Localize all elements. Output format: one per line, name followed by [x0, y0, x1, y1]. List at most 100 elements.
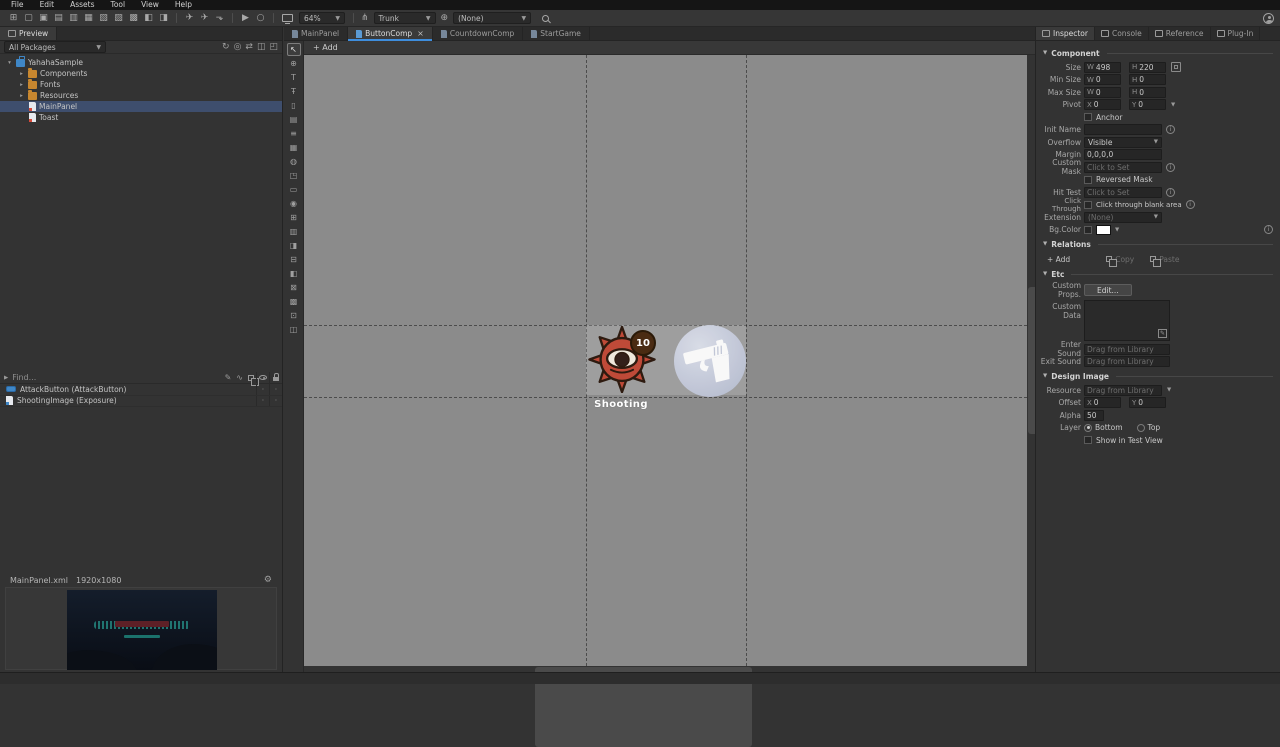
tree-item[interactable]: ▸ Components: [0, 68, 282, 79]
chevron-down-icon[interactable]: ▼: [1167, 387, 1171, 393]
menu-item[interactable]: Tool: [103, 0, 134, 10]
open-package-icon[interactable]: ▣: [36, 12, 51, 25]
shooting-image[interactable]: [674, 325, 746, 397]
loader-tool[interactable]: ◳: [287, 169, 301, 182]
publish-icon[interactable]: ✈: [182, 12, 197, 25]
relations-section-header[interactable]: ▼ Relations: [1043, 238, 1273, 250]
refresh-icon[interactable]: ↻: [222, 42, 230, 52]
expand-size-icon[interactable]: [1171, 62, 1181, 72]
info-icon[interactable]: [1186, 200, 1195, 209]
init-name-input[interactable]: [1084, 124, 1162, 135]
text-resource-icon[interactable]: ▨: [111, 12, 126, 25]
menu-item[interactable]: Edit: [32, 0, 63, 10]
extension-select[interactable]: (None)▼: [1084, 212, 1162, 223]
offset-y-input[interactable]: Y: [1129, 397, 1166, 408]
misc-resource-icon[interactable]: ▩: [126, 12, 141, 25]
button-tool[interactable]: ◉: [287, 197, 301, 210]
add-button[interactable]: + Add: [313, 43, 338, 52]
tree-item[interactable]: Toast: [0, 112, 282, 123]
gear-icon[interactable]: ⚙: [264, 575, 272, 585]
pivot-x-input[interactable]: X: [1084, 99, 1121, 110]
editor-tab[interactable]: ButtonComp ×: [348, 27, 433, 40]
list-tool[interactable]: ≡: [287, 127, 301, 140]
image-resource-icon[interactable]: ▤: [51, 12, 66, 25]
richtext-tool[interactable]: Ŧ: [287, 85, 301, 98]
hierarchy-row[interactable]: AttackButton (AttackButton) · ·: [0, 384, 282, 396]
misc-tool[interactable]: ◫: [287, 323, 301, 336]
overflow-select[interactable]: Visible▼: [1084, 137, 1162, 148]
movieclip-tool[interactable]: ▦: [287, 141, 301, 154]
min-w-input[interactable]: W: [1084, 74, 1121, 85]
custom-data-textarea[interactable]: ✎: [1084, 300, 1170, 341]
design-image-section-header[interactable]: ▼ Design Image: [1043, 370, 1273, 382]
font-resource-icon[interactable]: ▧: [96, 12, 111, 25]
toolbar-icon[interactable]: [273, 13, 274, 23]
edit-icon[interactable]: ✎: [225, 373, 232, 382]
reversed-mask-checkbox[interactable]: [1084, 176, 1092, 184]
new-package-icon[interactable]: ⊞: [6, 12, 21, 25]
zoom-select[interactable]: 64%▼: [299, 12, 345, 24]
menu-item[interactable]: View: [133, 0, 167, 10]
close-icon[interactable]: ×: [417, 29, 424, 38]
inspector-tab[interactable]: Reference: [1149, 27, 1211, 40]
rect-tool[interactable]: ▭: [287, 183, 301, 196]
locate-icon[interactable]: ◎: [234, 42, 242, 52]
lock-column-header[interactable]: [269, 372, 282, 383]
resource-input[interactable]: [1084, 385, 1162, 396]
branch-select[interactable]: Trunk▼: [374, 12, 436, 24]
visibility-toggle[interactable]: ·: [256, 396, 269, 407]
visibility-column-header[interactable]: [256, 372, 269, 383]
layer-bottom-radio[interactable]: [1084, 424, 1092, 432]
toolbar-icon[interactable]: [232, 13, 233, 23]
enter-sound-input[interactable]: [1084, 344, 1170, 355]
lock-toggle[interactable]: ·: [269, 384, 282, 395]
progressbar-tool[interactable]: ◨: [287, 239, 301, 252]
image-tool[interactable]: ▤: [287, 113, 301, 126]
play-icon[interactable]: ▶: [238, 12, 253, 25]
tree-item[interactable]: ▸ Resources: [0, 90, 282, 101]
split-view-icon[interactable]: ◫: [257, 42, 266, 52]
info-icon[interactable]: [1166, 188, 1175, 197]
preview-monitor-icon[interactable]: [282, 14, 293, 22]
visibility-toggle[interactable]: ·: [256, 384, 269, 395]
anchor-checkbox[interactable]: [1084, 113, 1092, 121]
inspector-tab[interactable]: Plug-In: [1211, 27, 1261, 40]
design-canvas[interactable]: 10 Shooting: [304, 55, 1027, 666]
etc-section-header[interactable]: ▼ Etc: [1043, 268, 1273, 280]
edit-custom-props-button[interactable]: Edit...: [1084, 284, 1132, 296]
save-icon[interactable]: ◧: [141, 12, 156, 25]
hit-test-input[interactable]: [1084, 187, 1162, 198]
bg-color-checkbox[interactable]: [1084, 226, 1092, 234]
combobox-tool[interactable]: ⊠: [287, 281, 301, 294]
custom-mask-input[interactable]: [1084, 162, 1162, 173]
pivot-y-input[interactable]: Y: [1129, 99, 1166, 110]
menu-item[interactable]: Assets: [62, 0, 102, 10]
table-tool[interactable]: ⊡: [287, 309, 301, 322]
edit-icon[interactable]: ✎: [1158, 329, 1167, 338]
pan-tool[interactable]: ⊕: [287, 57, 301, 70]
layer-top-radio[interactable]: [1137, 424, 1145, 432]
offset-x-input[interactable]: X: [1084, 397, 1121, 408]
menu-item[interactable]: File: [3, 0, 32, 10]
show-in-test-view-checkbox[interactable]: [1084, 436, 1092, 444]
new-component-icon[interactable]: ▢: [21, 12, 36, 25]
scrollbar-tool[interactable]: ◧: [287, 267, 301, 280]
slider-tool[interactable]: ⊟: [287, 253, 301, 266]
preview-tab[interactable]: Preview: [0, 27, 57, 40]
input-tool[interactable]: ▯: [287, 99, 301, 112]
global-search-icon[interactable]: [542, 15, 549, 22]
hierarchy-row[interactable]: ShootingImage (Exposure) · ·: [0, 396, 282, 408]
publish-all-icon[interactable]: ✈: [197, 12, 212, 25]
tree-item[interactable]: MainPanel: [0, 101, 282, 112]
text-tool[interactable]: T: [287, 71, 301, 84]
tree-expand-arrow[interactable]: ▸: [18, 93, 25, 99]
tree-item[interactable]: ▸ Fonts: [0, 79, 282, 90]
editor-tab[interactable]: MainPanel: [284, 27, 348, 40]
language-select[interactable]: (None)▼: [453, 12, 531, 24]
save-all-icon[interactable]: ◨: [156, 12, 171, 25]
inspector-tab[interactable]: Console: [1095, 27, 1149, 40]
alpha-input[interactable]: [1084, 410, 1104, 421]
import-icon[interactable]: ⬎: [212, 12, 227, 25]
info-icon[interactable]: [1166, 125, 1175, 134]
tree-expand-arrow[interactable]: ▾: [6, 60, 13, 66]
